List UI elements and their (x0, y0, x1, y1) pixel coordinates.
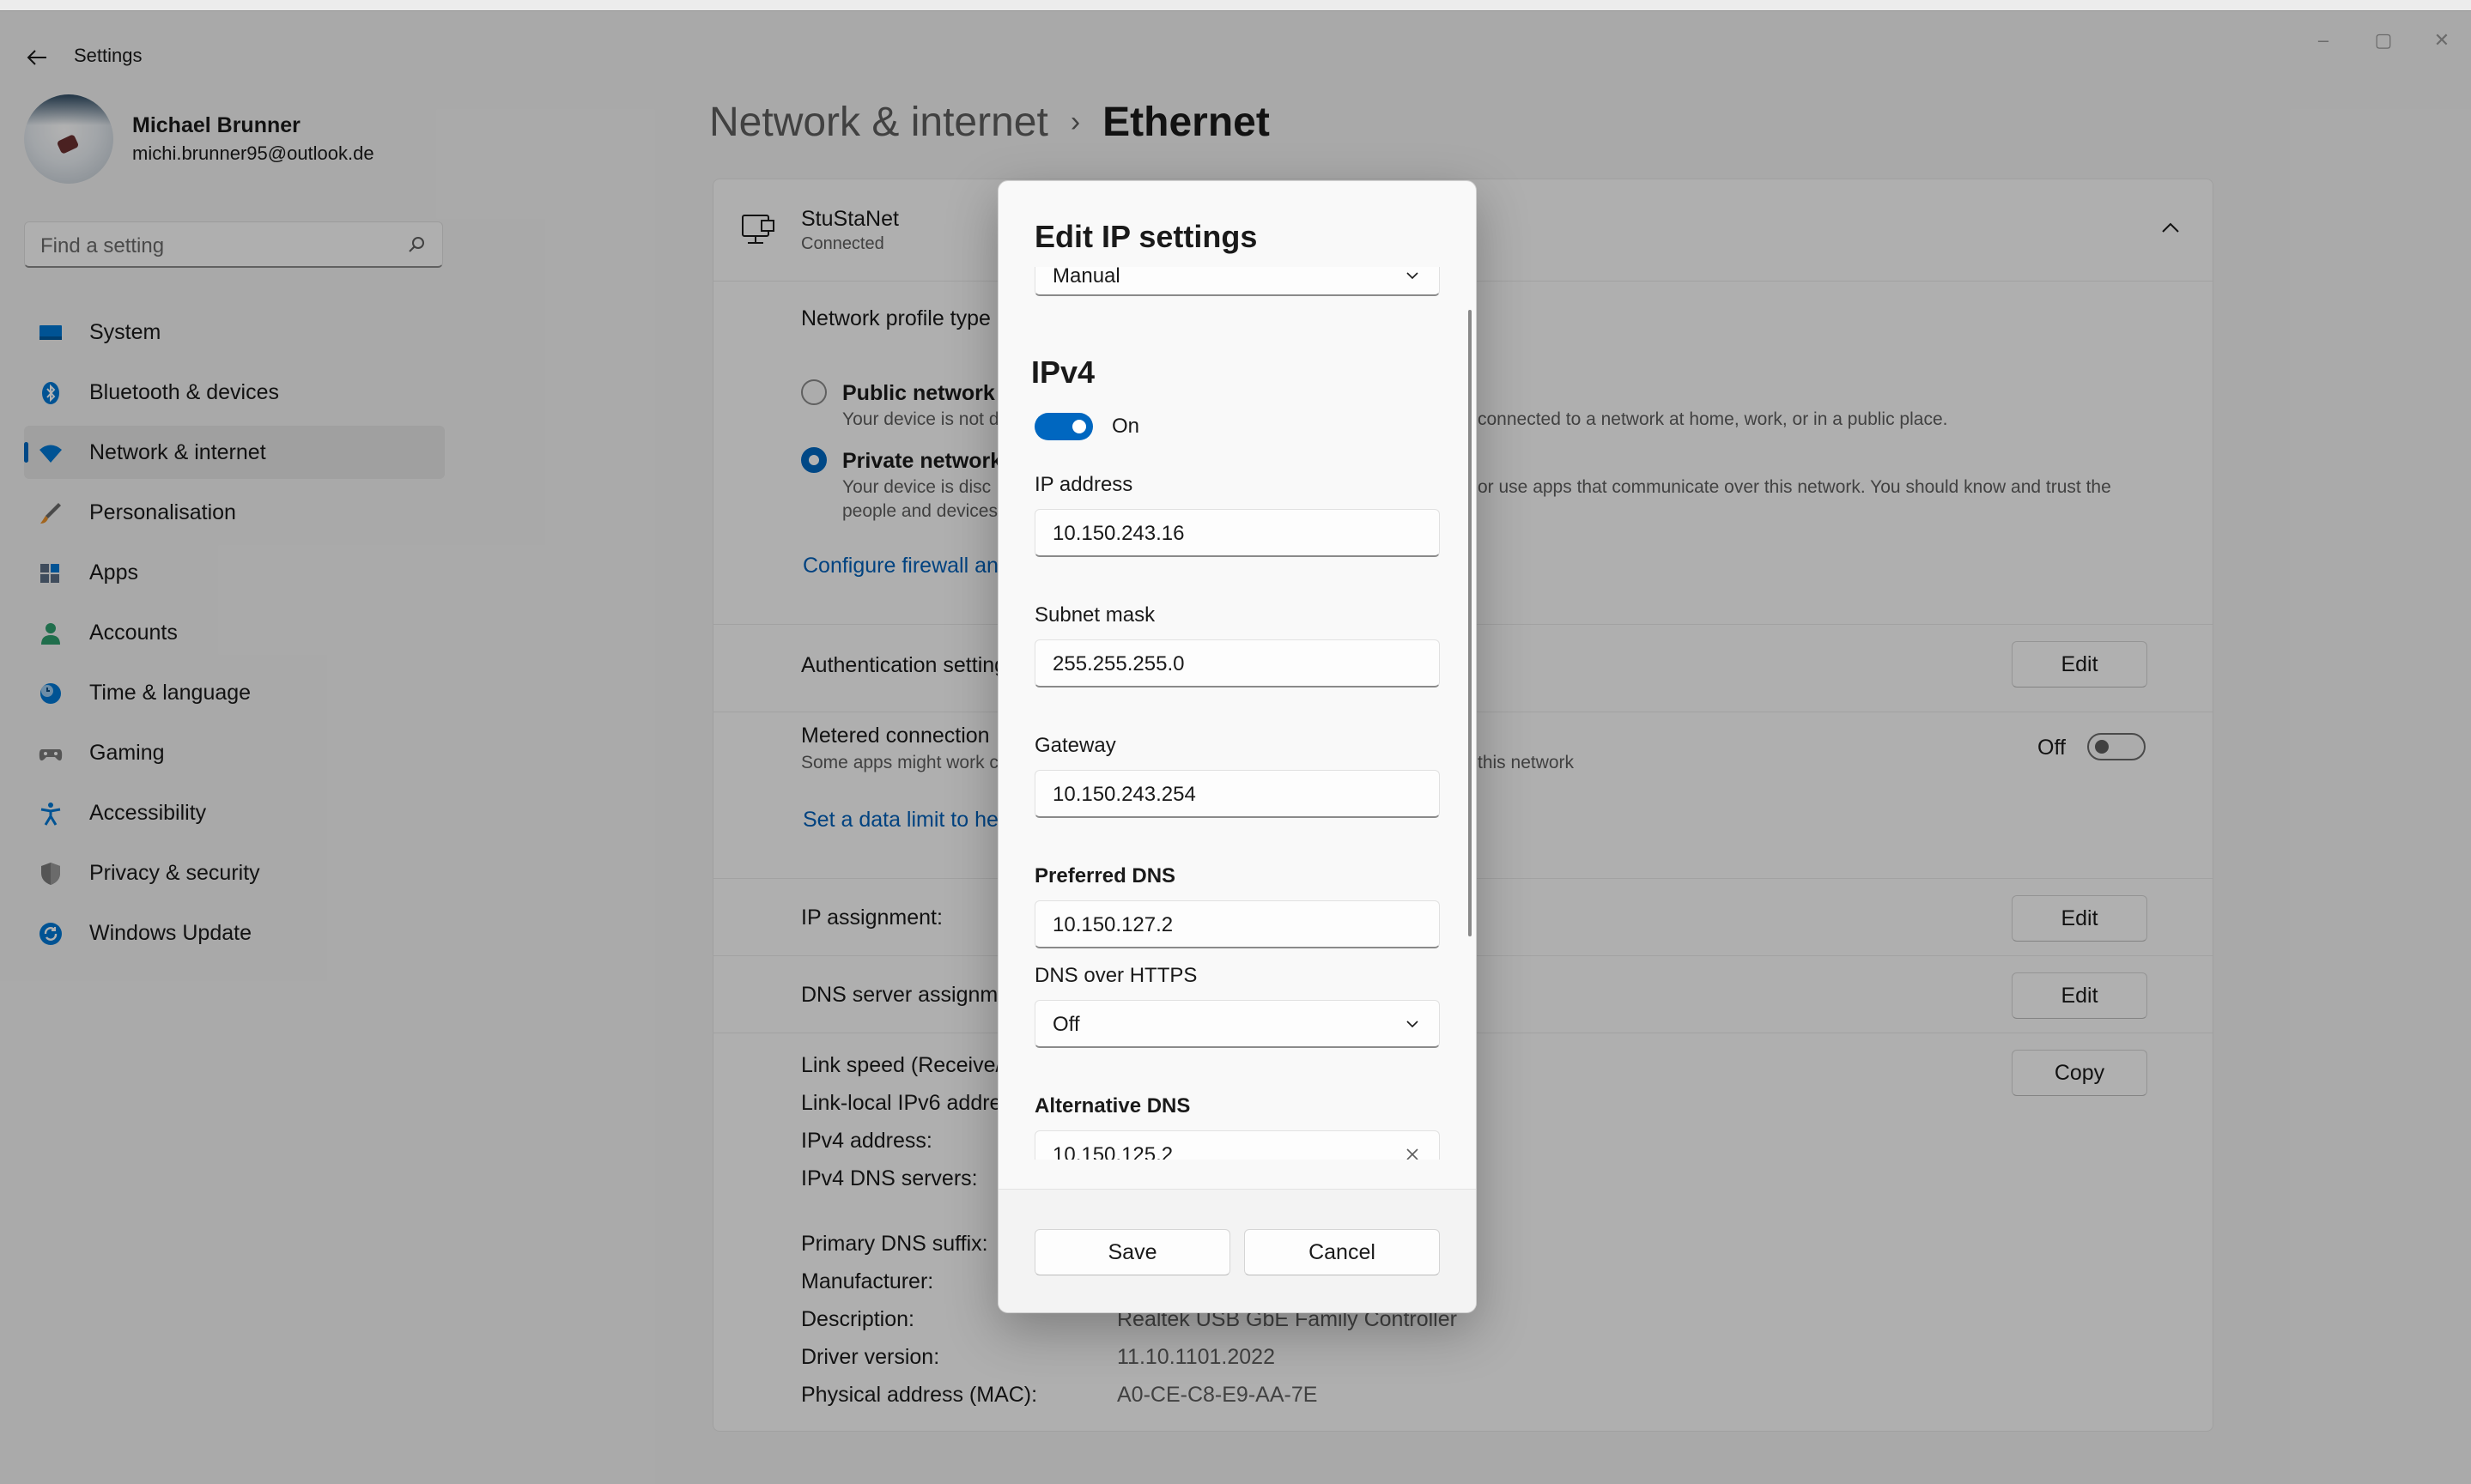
dialog-scroll-area[interactable]: Manual IPv4 On IP address 10.150.243.16 … (999, 267, 1476, 1160)
alternative-dns-label: Alternative DNS (1035, 1094, 1191, 1118)
ip-mode-value: Manual (1053, 267, 1120, 288)
alternative-dns-value: 10.150.125.2 (1053, 1143, 1174, 1160)
alternative-dns-field[interactable]: 10.150.125.2 (1035, 1130, 1440, 1160)
preferred-dns-value: 10.150.127.2 (1053, 913, 1174, 936)
dialog-title: Edit IP settings (1035, 219, 1258, 254)
ip-address-value: 10.150.243.16 (1053, 522, 1185, 545)
ipv4-toggle[interactable] (1035, 413, 1093, 440)
dialog-scrollbar[interactable] (1468, 310, 1472, 936)
doh-value: Off (1053, 1013, 1080, 1036)
clear-icon[interactable] (1403, 1145, 1422, 1160)
ip-address-label: IP address (1035, 473, 1133, 496)
doh-dropdown[interactable]: Off (1035, 1000, 1440, 1048)
ipv4-heading: IPv4 (1031, 354, 1096, 390)
subnet-mask-label: Subnet mask (1035, 603, 1156, 627)
edit-ip-settings-dialog: Edit IP settings Manual IPv4 On IP addre… (998, 180, 1477, 1313)
ip-address-field[interactable]: 10.150.243.16 (1035, 509, 1440, 557)
chevron-down-icon (1406, 1021, 1418, 1028)
doh-label: DNS over HTTPS (1035, 964, 1198, 987)
preferred-dns-field[interactable]: 10.150.127.2 (1035, 900, 1440, 948)
cancel-button[interactable]: Cancel (1244, 1229, 1440, 1275)
gateway-field[interactable]: 10.150.243.254 (1035, 770, 1440, 818)
ipv4-toggle-label: On (1112, 415, 1140, 438)
subnet-mask-field[interactable]: 255.255.255.0 (1035, 639, 1440, 687)
preferred-dns-label: Preferred DNS (1035, 864, 1176, 887)
chevron-down-icon (1406, 272, 1418, 280)
dialog-footer: Save Cancel (999, 1189, 1476, 1312)
gateway-value: 10.150.243.254 (1053, 783, 1196, 806)
save-button[interactable]: Save (1035, 1229, 1230, 1275)
ip-mode-dropdown[interactable]: Manual (1035, 267, 1440, 296)
gateway-label: Gateway (1035, 734, 1116, 757)
subnet-mask-value: 255.255.255.0 (1053, 652, 1185, 675)
